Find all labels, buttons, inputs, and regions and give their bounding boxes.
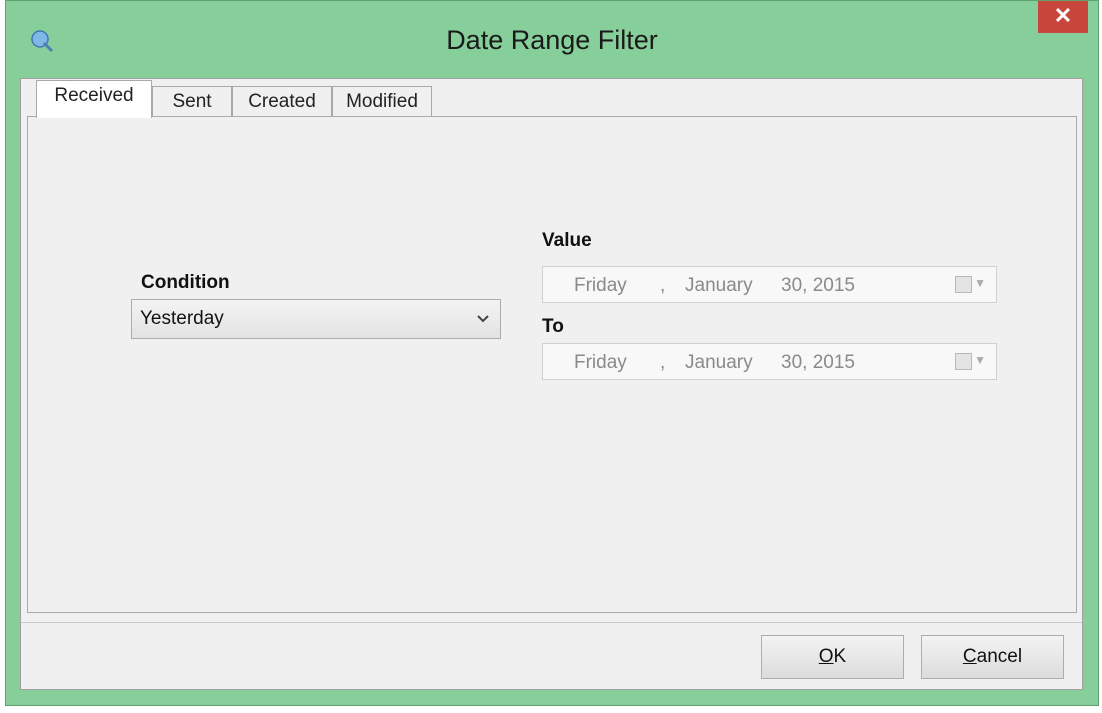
value-label: Value: [542, 230, 592, 251]
ok-mnemonic: O: [818, 646, 834, 667]
value-separator: ,: [660, 275, 666, 296]
value-date-picker[interactable]: Friday , January 30, 2015 ▼: [542, 266, 997, 303]
dialog-client-area: Received Sent Created Modified Condition…: [20, 78, 1083, 690]
to-separator: ,: [660, 352, 666, 373]
title-bar: Date Range Filter ✕: [6, 1, 1098, 79]
tab-sent[interactable]: Sent: [152, 86, 232, 117]
dropdown-arrow-icon[interactable]: ▼: [974, 353, 986, 367]
to-label: To: [542, 316, 564, 337]
calendar-icon[interactable]: [955, 353, 972, 370]
to-date-picker[interactable]: Friday , January 30, 2015 ▼: [542, 343, 997, 380]
dialog-window: Date Range Filter ✕ Received Sent Create…: [5, 0, 1099, 706]
cancel-button[interactable]: Cancel: [921, 635, 1064, 679]
ok-button[interactable]: OK: [761, 635, 904, 679]
button-bar-divider: [21, 622, 1082, 623]
chevron-down-icon: [476, 300, 490, 353]
cancel-mnemonic: C: [962, 646, 977, 667]
tab-created[interactable]: Created: [232, 86, 332, 117]
condition-dropdown[interactable]: Yesterday: [131, 299, 501, 339]
value-day: Friday: [574, 275, 627, 296]
to-day: Friday: [574, 352, 627, 373]
condition-value: Yesterday: [140, 308, 224, 329]
tab-page-received: Condition Yesterday Value Friday , Janua…: [27, 116, 1077, 613]
close-button[interactable]: ✕: [1038, 1, 1088, 33]
to-date: 30, 2015: [781, 352, 855, 373]
ok-label: K: [833, 646, 847, 667]
window-title: Date Range Filter: [446, 25, 658, 55]
value-month: January: [685, 275, 753, 296]
tab-modified[interactable]: Modified: [332, 86, 432, 117]
tab-received[interactable]: Received: [36, 80, 152, 118]
condition-label: Condition: [141, 272, 230, 293]
cancel-label: ancel: [976, 646, 1023, 667]
close-icon: ✕: [1053, 3, 1073, 28]
dropdown-arrow-icon[interactable]: ▼: [974, 276, 986, 290]
value-date: 30, 2015: [781, 275, 855, 296]
to-month: January: [685, 352, 753, 373]
calendar-icon[interactable]: [955, 276, 972, 293]
